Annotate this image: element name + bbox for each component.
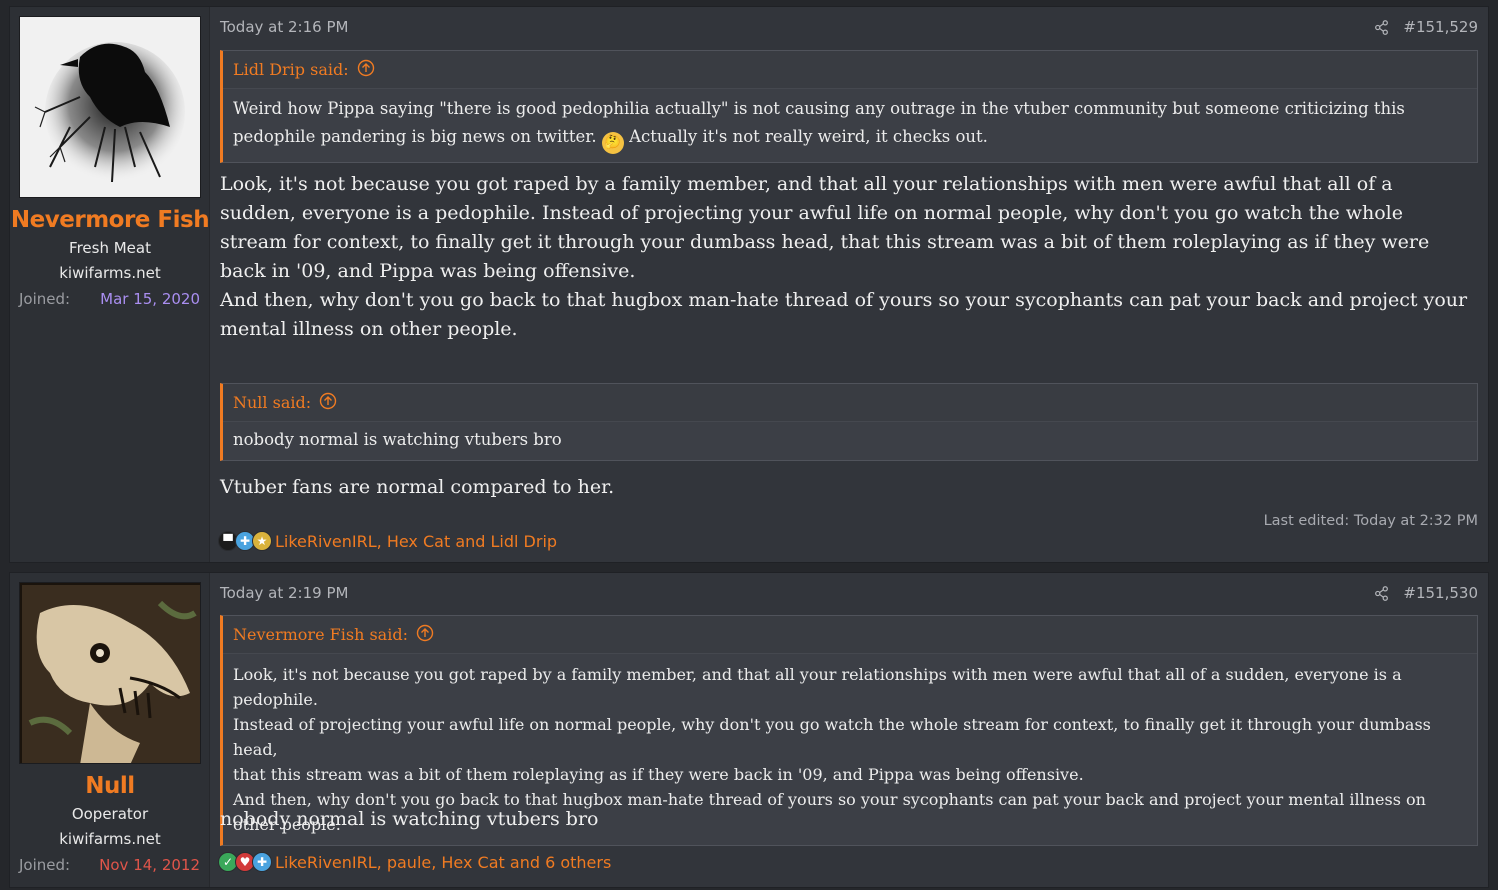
user-banner: kiwifarms.net [59,264,161,282]
joined-label: Joined: [19,290,71,308]
quote-block: Lidl Drip said: Weird how Pippa saying "… [220,50,1478,163]
reactions-bar[interactable]: ▀ ✚ ★ LikeRivenIRL, Hex Cat and Lidl Dri… [218,531,557,551]
quote-author[interactable]: Lidl Drip said: [233,60,349,79]
post-body-paragraph: Vtuber fans are normal compared to her. [220,476,615,498]
user-title: Ooperator [71,805,149,823]
post: Null Ooperator kiwifarms.net Joined: Nov… [9,572,1489,888]
post-timestamp[interactable]: Today at 2:19 PM [220,584,348,602]
quote-body: nobody normal is watching vtubers bro [233,430,562,449]
username[interactable]: Nevermore Fish [10,207,210,233]
post-main: Today at 2:16 PM #151,529 Lidl Drip said… [210,7,1488,562]
user-cell: Null Ooperator kiwifarms.net Joined: Nov… [10,573,210,887]
quote-line: Instead of projecting your awful life on… [233,715,1431,759]
last-edited[interactable]: Last edited: Today at 2:32 PM [1264,513,1478,529]
user-cell: Nevermore Fish Fresh Meat kiwifarms.net … [10,7,210,562]
post-meta: Today at 2:16 PM #151,529 [220,18,1478,36]
user-banner: kiwifarms.net [59,830,161,848]
joined-row: Joined: Mar 15, 2020 [19,290,200,308]
reactions-bar[interactable]: ✓ ♥ ✚ LikeRivenIRL, paule, Hex Cat and 6… [218,852,611,872]
joined-row: Joined: Nov 14, 2012 [19,856,200,874]
post-meta: Today at 2:19 PM #151,530 [220,584,1478,602]
quote-author[interactable]: Null said: [233,393,311,412]
quote-line: Look, it's not because you got raped by … [233,665,1402,709]
post-timestamp[interactable]: Today at 2:16 PM [220,18,348,36]
post-body-paragraph: And then, why don't you go back to that … [220,289,1468,340]
user-title: Fresh Meat [69,239,151,257]
quote-body: Weird how Pippa saying "there is good pe… [223,89,1477,162]
quote-header[interactable]: Lidl Drip said: [223,51,1477,89]
quote-header[interactable]: Null said: [223,384,1477,422]
username[interactable]: Null [10,773,210,799]
joined-date: Mar 15, 2020 [100,290,200,308]
quote-block: Null said: nobody normal is watching vtu… [220,383,1478,461]
creature-avatar-icon [20,583,200,763]
post-main: Today at 2:19 PM #151,530 Nevermore Fish… [210,573,1488,887]
thinking-face-emoji-icon: 🤔 [601,132,624,154]
quote-text-end: Actually it's not really weird, it check… [629,127,988,146]
joined-date: Nov 14, 2012 [99,856,200,874]
crow-avatar-icon [20,17,200,197]
post-body-paragraph: nobody normal is watching vtubers bro [220,808,599,830]
jump-up-icon[interactable] [357,59,375,81]
jump-up-icon[interactable] [319,392,337,414]
avatar[interactable] [19,582,201,764]
jump-up-icon[interactable] [416,624,434,646]
share-icon[interactable] [1374,585,1389,601]
share-icon[interactable] [1374,19,1389,35]
puzzle-piece-icon: ✚ [252,852,272,872]
reactions-list[interactable]: LikeRivenIRL, Hex Cat and Lidl Drip [275,532,557,551]
quote-header[interactable]: Nevermore Fish said: [223,616,1477,654]
quote-author[interactable]: Nevermore Fish said: [233,625,408,644]
reactions-list[interactable]: LikeRivenIRL, paule, Hex Cat and 6 other… [275,853,611,872]
post: Nevermore Fish Fresh Meat kiwifarms.net … [9,6,1489,563]
quote-line: that this stream was a bit of them rolep… [233,765,1084,784]
post-number[interactable]: #151,529 [1403,18,1478,36]
joined-label: Joined: [19,856,71,874]
avatar[interactable] [19,16,201,198]
post-number[interactable]: #151,530 [1403,584,1478,602]
post-body-paragraph: Look, it's not because you got raped by … [220,173,1430,282]
medal-icon: ★ [252,531,272,551]
